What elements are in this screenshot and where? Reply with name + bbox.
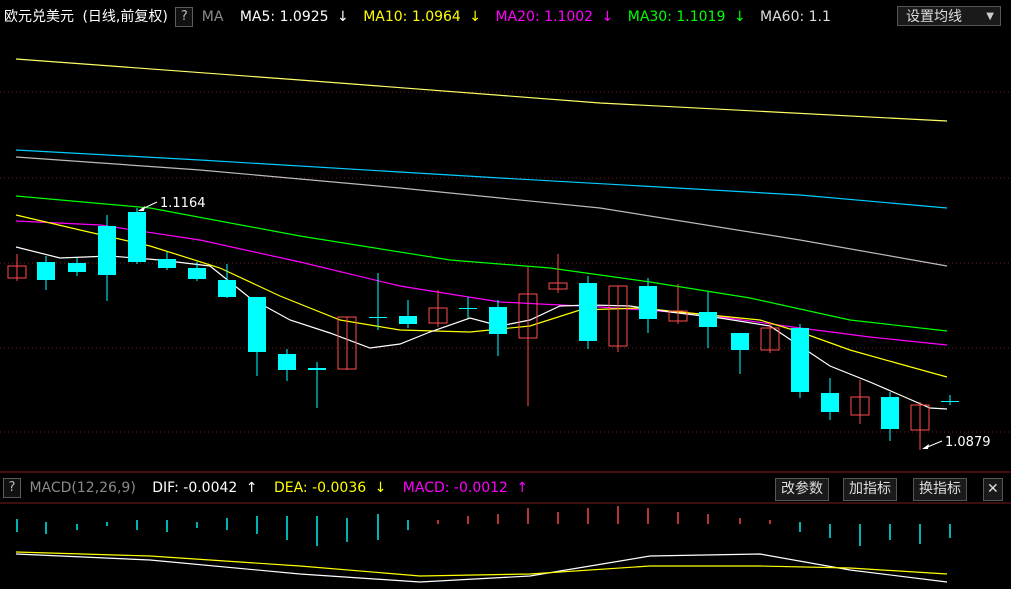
candle-18	[518, 267, 538, 406]
candle-25	[731, 333, 749, 374]
candle-body	[369, 317, 387, 318]
candle-12	[337, 316, 357, 370]
candle-28	[821, 378, 839, 420]
candle-30	[881, 392, 899, 441]
candle-body	[459, 308, 477, 309]
candle-body	[731, 333, 749, 350]
candle-4	[98, 215, 116, 301]
candle-body	[881, 397, 899, 429]
candle-body	[248, 297, 266, 352]
candle-body	[941, 401, 959, 402]
candle-6	[158, 252, 176, 270]
candle-14	[399, 300, 417, 328]
low-price-label: 1.0879	[945, 435, 991, 450]
candle-2	[37, 256, 55, 290]
dif-arrow-icon: ↑	[245, 480, 258, 496]
candle-body	[308, 368, 326, 370]
candle-21	[608, 285, 628, 352]
macd-subchart	[15, 506, 951, 583]
candle-5	[128, 208, 146, 264]
candles	[7, 208, 959, 450]
candle-body	[278, 354, 296, 370]
candle-body	[37, 262, 55, 280]
candle-10	[278, 349, 296, 381]
candle-27	[791, 324, 809, 398]
candle-body	[821, 393, 839, 412]
add-indicator-button[interactable]: 加指标	[843, 478, 897, 501]
ma60-line	[15, 156, 948, 267]
candle-body	[489, 307, 507, 334]
macd-value: MACD: -0.0012	[402, 480, 508, 496]
candle-19	[548, 254, 568, 293]
candle-8	[218, 264, 236, 298]
candle-9	[248, 297, 266, 376]
ma250-line	[15, 58, 948, 122]
candle-body	[218, 280, 236, 297]
dea-value: DEA: -0.0036	[273, 480, 367, 496]
candle-1	[7, 254, 27, 281]
candle-body	[639, 286, 657, 319]
dif-value: DIF: -0.0042	[152, 480, 238, 496]
macd-help-button[interactable]: ?	[3, 478, 21, 498]
candle-16	[459, 297, 477, 318]
close-indicator-icon[interactable]: ✕	[983, 478, 1003, 501]
candle-body	[98, 226, 116, 275]
candle-body	[579, 283, 597, 341]
high-price-label: 1.1164	[160, 196, 206, 211]
ma30-line	[15, 195, 948, 332]
dea-arrow-icon: ↓	[374, 480, 387, 496]
candle-11	[308, 362, 326, 408]
edit-params-button[interactable]: 改参数	[775, 478, 829, 501]
ma120-line	[15, 149, 948, 209]
candle-31	[910, 402, 930, 450]
candle-32	[941, 395, 959, 405]
candle-body	[158, 259, 176, 268]
candle-29	[850, 380, 870, 424]
price-grid	[0, 91, 1011, 504]
switch-indicator-button[interactable]: 换指标	[913, 478, 967, 501]
candle-body	[68, 263, 86, 272]
candle-24	[699, 292, 717, 348]
dif-line	[15, 553, 948, 583]
candle-3	[68, 258, 86, 276]
candle-22	[639, 278, 657, 333]
candle-body	[791, 328, 809, 392]
macd-arrow-icon: ↑	[516, 480, 529, 496]
candle-body	[128, 212, 146, 262]
candle-15	[428, 290, 448, 327]
candle-23	[668, 284, 688, 324]
candle-body	[399, 316, 417, 324]
candle-20	[579, 276, 597, 349]
dea-line	[15, 551, 948, 577]
candle-body	[188, 268, 206, 279]
candle-13	[369, 273, 387, 330]
macd-indicator-name: MACD(12,26,9)	[29, 480, 136, 496]
candle-body	[699, 312, 717, 327]
ma20-line	[15, 220, 948, 346]
